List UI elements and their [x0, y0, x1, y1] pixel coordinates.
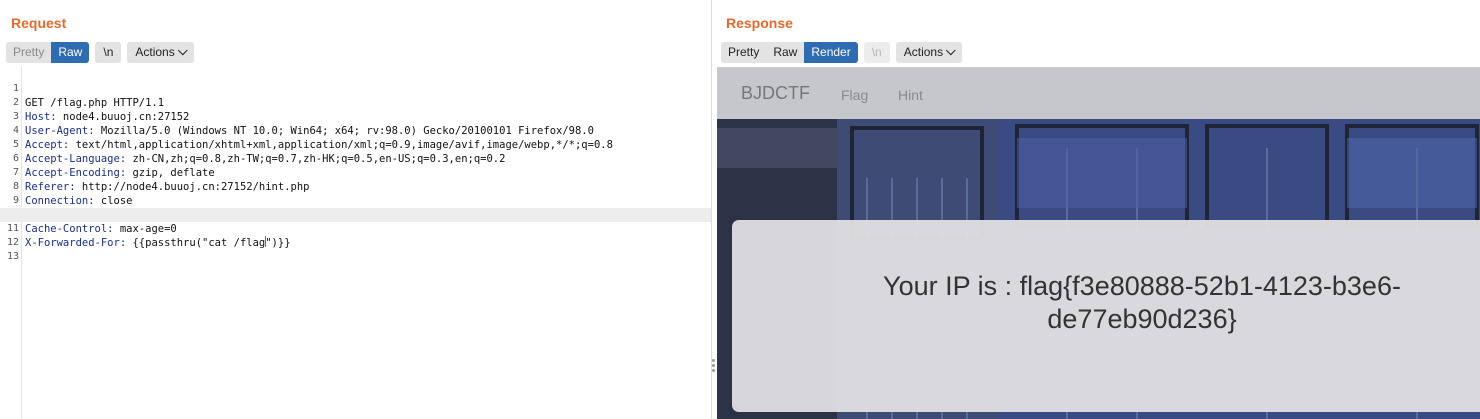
- request-editor[interactable]: 1 GET /flag.php HTTP/1.1 2 Host: node4.b…: [0, 67, 711, 419]
- newline-toggle-button[interactable]: \n: [95, 42, 122, 63]
- rendered-page: BJDCTF Flag Hint Your IP is : flag{f3e80…: [717, 67, 1480, 419]
- editor-line: 2 Host: node4.buuoj.cn:27152: [0, 82, 711, 123]
- editor-line: 10 Cache-Control: max-age=0: [0, 194, 711, 235]
- site-brand[interactable]: BJDCTF: [741, 83, 810, 104]
- chevron-down-icon: [945, 45, 956, 56]
- line-number: 13: [6, 251, 19, 262]
- editor-line: 4 Accept: text/html,application/xhtml+xm…: [0, 110, 711, 151]
- chevron-down-icon: [177, 45, 188, 56]
- actions-dropdown[interactable]: Actions: [127, 42, 194, 63]
- tab-render[interactable]: Render: [804, 42, 858, 63]
- response-pane: Response Pretty Raw Render \n Actions BJ…: [717, 0, 1480, 419]
- request-pane: Request Pretty Raw \n Actions 1 GET /fla…: [0, 0, 711, 419]
- response-title: Response: [726, 15, 793, 31]
- response-view-tabs: Pretty Raw Render \n Actions: [721, 42, 963, 63]
- tab-pretty[interactable]: Pretty: [721, 42, 767, 63]
- actions-label: Actions: [903, 45, 944, 59]
- ip-message: Your IP is : flag{f3e80888-52b1-4123-b3e…: [883, 271, 1401, 334]
- nav-link-hint[interactable]: Hint: [898, 87, 923, 103]
- tab-raw[interactable]: Raw: [51, 42, 90, 63]
- newline-toggle-button[interactable]: \n: [863, 42, 890, 63]
- tab-pretty[interactable]: Pretty: [6, 42, 52, 63]
- tab-raw[interactable]: Raw: [766, 42, 805, 63]
- nav-link-flag[interactable]: Flag: [841, 87, 868, 103]
- request-view-tabs: Pretty Raw \n Actions: [6, 42, 194, 63]
- editor-line: 1 GET /flag.php HTTP/1.1: [0, 68, 711, 109]
- actions-label: Actions: [135, 45, 175, 59]
- actions-dropdown[interactable]: Actions: [895, 42, 963, 63]
- message-card: Your IP is : flag{f3e80888-52b1-4123-b3e…: [732, 220, 1480, 412]
- editor-line-active: 11 X-Forwarded-For: {{passthru("cat /fla…: [0, 208, 711, 249]
- editor-line: 6 Accept-Encoding: gzip, deflate: [0, 138, 711, 179]
- editor-line: 7 Referer: http://node4.buuoj.cn:27152/h…: [0, 152, 711, 193]
- editor-line: 5 Accept-Language: zh-CN,zh;q=0.8,zh-TW;…: [0, 124, 711, 165]
- request-title: Request: [11, 15, 67, 31]
- editor-line: 13: [0, 236, 711, 262]
- site-navbar: BJDCTF Flag Hint: [717, 68, 1480, 119]
- editor-line: 3 User-Agent: Mozilla/5.0 (Windows NT 10…: [0, 96, 711, 137]
- editor-line: 12: [0, 222, 711, 248]
- editor-line: 8 Connection: close: [0, 166, 711, 207]
- editor-line: 9 Upgrade-Insecure-Requests: 1: [0, 180, 711, 221]
- splitter-grip-icon[interactable]: [712, 359, 715, 375]
